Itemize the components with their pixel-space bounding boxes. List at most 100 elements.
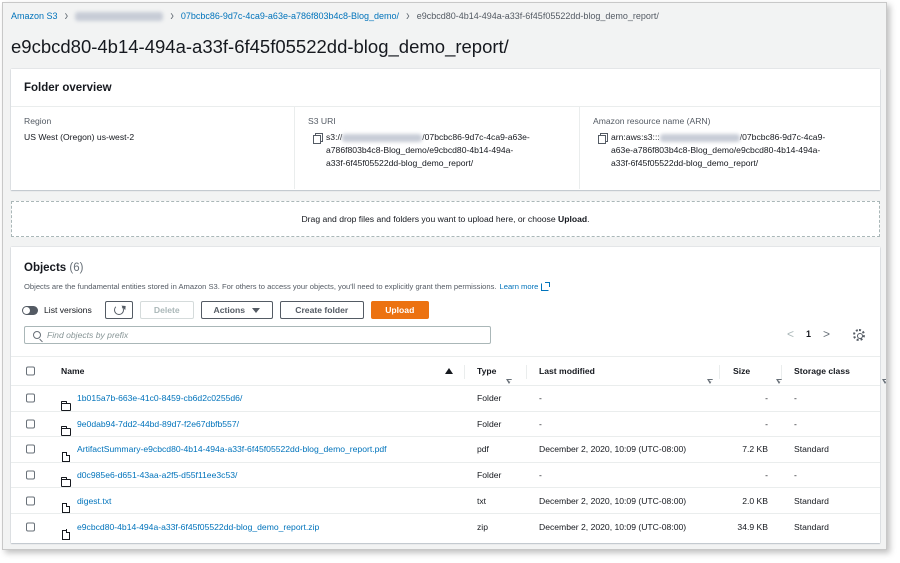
sort-toggle-icon[interactable] (506, 379, 513, 385)
object-last-modified: December 2, 2020, 10:09 (UTC-08:00) (539, 521, 687, 532)
file-icon (62, 529, 71, 540)
object-name-link[interactable]: 1b015a7b-663e-41c0-8459-cb6d2c0255d6/ (77, 393, 242, 403)
table-row[interactable]: e9cbcd80-4b14-494a-a33f-6f45f05522dd-blo… (11, 514, 880, 540)
next-page-icon[interactable]: > (823, 327, 830, 341)
column-name[interactable]: Name (61, 366, 84, 376)
s3-uri-value: s3:// /07bcbc86-9d7c-4ca9-a63e- a786f803b… (326, 131, 530, 170)
upload-dropzone[interactable]: Drag and drop files and folders you want… (11, 201, 880, 237)
region-section: Region US West (Oregon) us-west-2 (11, 107, 295, 189)
create-folder-button[interactable]: Create folder (279, 301, 364, 319)
object-type: zip (477, 521, 488, 532)
column-size[interactable]: Size (733, 366, 750, 376)
column-type[interactable]: Type (477, 366, 496, 376)
file-icon (62, 451, 71, 462)
objects-heading: Objects (6) (24, 262, 83, 274)
refresh-icon (113, 305, 124, 315)
object-type: Folder (477, 393, 502, 404)
copy-icon[interactable] (598, 133, 608, 144)
object-storage-class: Standard (794, 495, 829, 506)
bucket-name-redacted (342, 133, 423, 142)
breadcrumb: Amazon S3 › › 07bcbc86-9d7c-4ca9-a63e-a7… (11, 8, 659, 24)
s3-uri-prefix: s3:// (326, 132, 343, 142)
refresh-button[interactable] (104, 301, 133, 319)
copy-icon[interactable] (313, 133, 323, 144)
object-storage-class: Standard (794, 521, 829, 532)
column-storage-class[interactable]: Storage class (794, 366, 850, 376)
object-size: - (765, 393, 768, 404)
row-checkbox[interactable] (26, 496, 35, 506)
row-checkbox[interactable] (26, 470, 35, 480)
sort-toggle-icon[interactable] (776, 379, 783, 385)
caret-down-icon (252, 307, 261, 313)
select-all-checkbox[interactable] (26, 366, 35, 376)
arn-value: arn:aws:s3:::/07bcbc86-9d7c-4ca9- a63e-a… (611, 131, 825, 170)
object-size: - (765, 418, 768, 429)
breadcrumb-bucket-redacted[interactable] (75, 11, 164, 21)
row-checkbox[interactable] (26, 444, 35, 454)
search-icon (33, 331, 41, 339)
table-row[interactable]: 1b015a7b-663e-41c0-8459-cb6d2c0255d6/ Fo… (11, 386, 880, 412)
learn-more-link[interactable]: Learn more (500, 282, 539, 291)
sort-toggle-icon[interactable] (707, 379, 714, 385)
folder-overview-heading: Folder overview (11, 69, 880, 107)
dropzone-text: Drag and drop files and folders you want… (301, 214, 556, 224)
row-checkbox[interactable] (26, 393, 35, 403)
object-last-modified: - (539, 393, 542, 404)
breadcrumb-amazon-s3[interactable]: Amazon S3 (11, 11, 58, 21)
object-size: 2.0 KB (742, 495, 768, 506)
s3-uri-line3: a33f-6f45f05522dd-blog_demo_report/ (326, 158, 474, 168)
table-row[interactable]: digest.txt txt December 2, 2020, 10:09 (… (11, 488, 880, 514)
objects-description: Objects are the fundamental entities sto… (24, 281, 551, 291)
object-storage-class: Standard (794, 444, 829, 455)
object-size: - (765, 470, 768, 481)
object-type: txt (477, 495, 487, 506)
s3-uri-label: S3 URI (308, 116, 336, 126)
object-type: pdf (477, 444, 489, 455)
table-row[interactable]: ArtifactSummary-e9cbcd80-4b14-494a-a33f-… (11, 437, 880, 463)
folder-overview-panel: Folder overview Region US West (Oregon) … (11, 69, 880, 190)
row-checkbox[interactable] (26, 419, 35, 429)
table-header: Name Type Last modified Size Storage cla… (11, 356, 886, 386)
column-divider (781, 365, 782, 379)
previous-page-icon[interactable]: < (787, 327, 794, 341)
arn-line1: /07bcbc86-9d7c-4ca9- (739, 132, 826, 142)
table-row[interactable]: d0c985e6-d651-43aa-a2f5-d55f11ee3c53/ Fo… (11, 463, 880, 489)
sort-ascending-icon[interactable] (445, 368, 453, 374)
arn-line3: a33f-6f45f05522dd-blog_demo_report/ (611, 158, 759, 168)
object-name-link[interactable]: 9e0dab94-7dd2-44bd-89d7-f2e67dbfb557/ (77, 419, 239, 429)
list-versions-toggle[interactable] (22, 305, 38, 315)
table-row[interactable]: 9e0dab94-7dd2-44bd-89d7-f2e67dbfb557/ Fo… (11, 412, 880, 438)
arn-label: Amazon resource name (ARN) (593, 116, 711, 126)
object-storage-class: - (794, 393, 797, 404)
sort-toggle-icon[interactable] (882, 379, 886, 385)
object-name-link[interactable]: e9cbcd80-4b14-494a-a33f-6f45f05522dd-blo… (77, 522, 319, 532)
actions-button[interactable]: Actions (200, 301, 273, 319)
object-last-modified: December 2, 2020, 10:09 (UTC-08:00) (539, 444, 687, 455)
arn-line2: a63e-a786f803b4c8-Blog_demo/e9cbcd80-4b1… (611, 145, 821, 155)
dropzone-upload-word: Upload (558, 214, 588, 224)
external-link-icon[interactable] (541, 281, 551, 291)
breadcrumb-folder[interactable]: 07bcbc86-9d7c-4ca9-a63e-a786f803b4c8-Blo… (181, 11, 399, 21)
folder-icon (60, 477, 71, 488)
delete-button[interactable]: Delete (139, 301, 194, 319)
object-name-link[interactable]: d0c985e6-d651-43aa-a2f5-d55f11ee3c53/ (77, 470, 237, 480)
folder-icon (60, 400, 71, 411)
objects-panel: Objects (6) Objects are the fundamental … (11, 247, 886, 543)
object-type: Folder (477, 470, 502, 481)
region-value: US West (Oregon) us-west-2 (24, 132, 135, 142)
current-page[interactable]: 1 (806, 329, 811, 339)
list-versions-label: List versions (44, 305, 92, 315)
gear-icon[interactable] (853, 329, 865, 341)
breadcrumb-separator-icon: › (64, 8, 69, 24)
arn-section: Amazon resource name (ARN) arn:aws:s3:::… (580, 107, 880, 189)
search-box[interactable] (24, 326, 491, 344)
row-checkbox[interactable] (26, 522, 35, 532)
objects-title: Objects (24, 262, 67, 274)
object-name-link[interactable]: ArtifactSummary-e9cbcd80-4b14-494a-a33f-… (77, 444, 387, 454)
column-divider (526, 365, 527, 379)
object-name-link[interactable]: digest.txt (77, 496, 111, 506)
upload-button[interactable]: Upload (370, 301, 429, 319)
column-last-modified[interactable]: Last modified (539, 366, 595, 376)
search-input[interactable] (47, 330, 467, 340)
objects-table: Name Type Last modified Size Storage cla… (11, 356, 886, 540)
